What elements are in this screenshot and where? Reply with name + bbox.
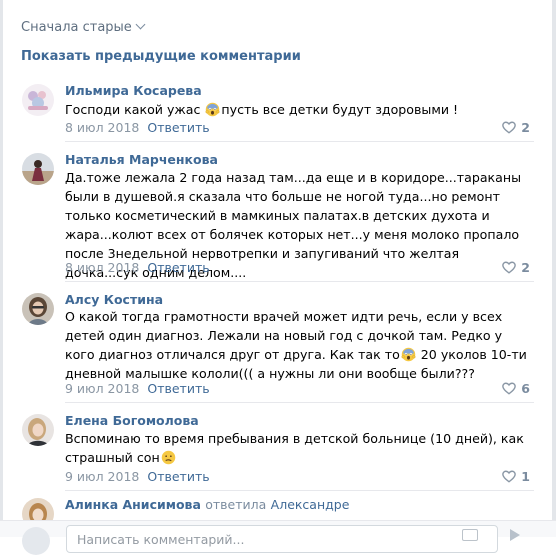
comment-divider [65, 141, 534, 142]
comment-divider [65, 490, 534, 491]
comment-author[interactable]: Алсу Костина [65, 292, 163, 307]
like-button[interactable]: 6 [502, 381, 530, 396]
avatar[interactable] [22, 293, 54, 325]
reply-button[interactable]: Ответить [147, 381, 209, 396]
sort-dropdown[interactable]: Сначала старые [21, 19, 146, 35]
comment-date[interactable]: 9 июл 2018 [65, 381, 139, 396]
comment-date[interactable]: 8 июл 2018 [65, 260, 139, 275]
avatar[interactable] [22, 153, 54, 185]
reply-word: ответила [205, 497, 267, 512]
like-count: 1 [521, 469, 530, 484]
comment-author[interactable]: Ильмира Косарева [65, 83, 202, 98]
heart-icon [502, 382, 517, 395]
comment-author-name[interactable]: Алинка Анисимова [65, 497, 201, 512]
my-avatar [22, 527, 50, 555]
comment-text: Вспоминаю то время пребывания в детской … [65, 431, 524, 465]
comment-meta: 9 июл 2018 Ответить [65, 469, 210, 484]
avatar[interactable] [22, 414, 54, 446]
comment-author: Алинка Анисимова ответила Александре [65, 497, 349, 512]
confused-emoji-icon [161, 450, 175, 465]
like-count: 2 [521, 260, 530, 275]
show-previous-comments-link[interactable]: Показать предыдущие комментарии [21, 49, 301, 64]
send-icon[interactable] [510, 529, 520, 541]
right-frame [552, 0, 556, 536]
reply-button[interactable]: Ответить [147, 469, 209, 484]
comment-divider [65, 402, 534, 403]
comment-divider [65, 281, 534, 282]
comment-author[interactable]: Наталья Марченкова [65, 152, 218, 167]
heart-icon [502, 470, 517, 483]
comment-text: О какой тогда грамотности врачей может и… [65, 309, 527, 381]
reply-button[interactable]: Ответить [147, 260, 209, 275]
like-button[interactable]: 1 [502, 469, 530, 484]
heart-icon [502, 121, 517, 134]
like-count: 2 [521, 120, 530, 135]
sort-label: Сначала старые [21, 20, 132, 35]
left-frame [0, 0, 3, 536]
comment-text: Господи какой ужас пусть все детки будут… [65, 102, 459, 117]
comment-meta: 9 июл 2018 Ответить [65, 381, 210, 396]
reply-target-link[interactable]: Александре [271, 497, 350, 512]
avatar[interactable] [22, 84, 54, 116]
camera-icon[interactable] [462, 529, 478, 541]
comment-input[interactable]: Написать комментарий... [66, 525, 498, 553]
heart-icon [502, 261, 517, 274]
comment-author[interactable]: Елена Богомолова [65, 413, 199, 428]
reply-button[interactable]: Ответить [147, 120, 209, 135]
comment-meta: 8 июл 2018 Ответить [65, 120, 210, 135]
comment-composer: Написать комментарий... [0, 520, 556, 555]
like-count: 6 [521, 381, 530, 396]
scream-emoji-icon [205, 102, 220, 117]
comment-meta: 8 июл 2018 Ответить [65, 260, 210, 275]
scream-emoji-icon [401, 347, 416, 362]
comment-date[interactable]: 9 июл 2018 [65, 469, 139, 484]
comment-date[interactable]: 8 июл 2018 [65, 120, 139, 135]
like-button[interactable]: 2 [502, 120, 530, 135]
chevron-down-icon [135, 19, 146, 30]
like-button[interactable]: 2 [502, 260, 530, 275]
